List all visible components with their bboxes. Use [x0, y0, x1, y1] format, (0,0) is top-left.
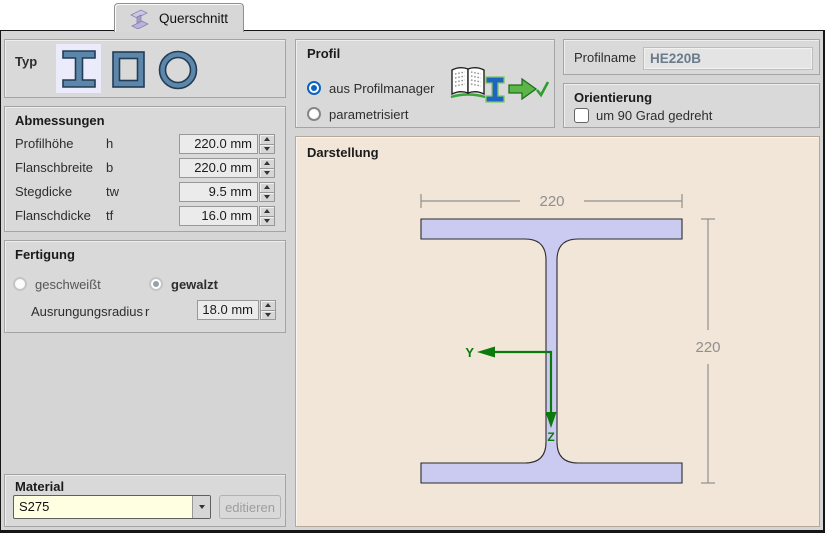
ausrundungsradius-input[interactable]: 18.0 mm — [197, 300, 276, 320]
profilhoehe-spinner[interactable] — [259, 134, 275, 154]
down-arrow-icon — [264, 147, 270, 151]
type-box-button[interactable] — [110, 49, 148, 91]
type-ibeam-button[interactable] — [56, 44, 101, 93]
rotate-90-label[interactable]: um 90 Grad gedreht — [596, 108, 712, 123]
group-profil: Profil aus Profilmanager parametrisiert — [295, 39, 555, 128]
row-symbol: b — [106, 160, 113, 175]
type-circle-button[interactable] — [156, 49, 200, 91]
width-dimension-value: 220 — [539, 193, 564, 210]
spin-down-button[interactable] — [259, 168, 275, 179]
flanschdicke-input[interactable]: 16.0 mm — [179, 206, 275, 226]
down-arrow-icon — [264, 219, 270, 223]
application-window: Querschnitt Typ Abmessungen Profilhöhe h — [0, 0, 825, 533]
ausrundungsradius-spinner[interactable] — [260, 300, 276, 320]
stegdicke-input[interactable]: 9.5 mm — [179, 182, 275, 202]
radio-aus-profilmanager[interactable] — [307, 81, 321, 95]
profilhoehe-input[interactable]: 220.0 mm — [179, 134, 275, 154]
y-axis-label: Y — [465, 345, 474, 360]
up-arrow-icon — [264, 137, 270, 141]
radio-parametrisiert-label[interactable]: parametrisiert — [329, 107, 408, 122]
row-label: Flanschbreite — [15, 160, 93, 175]
group-abmessungen: Abmessungen Profilhöhe h 220.0 mm Flansc… — [4, 106, 286, 232]
stegdicke-spinner[interactable] — [259, 182, 275, 202]
row-symbol: h — [106, 136, 113, 151]
editieren-button[interactable]: editieren — [219, 495, 281, 519]
row-symbol: tw — [106, 184, 119, 199]
group-typ: Typ — [4, 39, 286, 98]
rotate-90-checkbox[interactable] — [574, 108, 589, 123]
flanschbreite-input[interactable]: 220.0 mm — [179, 158, 275, 178]
flanschbreite-value[interactable]: 220.0 mm — [179, 158, 258, 178]
row-symbol: tf — [106, 208, 113, 223]
spin-down-button[interactable] — [260, 310, 276, 321]
radio-geschweisst[interactable] — [13, 277, 27, 291]
group-orientierung: Orientierung um 90 Grad gedreht — [563, 83, 820, 128]
spin-down-button[interactable] — [259, 144, 275, 155]
profilhoehe-value[interactable]: 220.0 mm — [179, 134, 258, 154]
row-label: Stegdicke — [15, 184, 72, 199]
radio-parametrisiert[interactable] — [307, 107, 321, 121]
tab-label: Querschnitt — [159, 11, 228, 26]
profilname-label: Profilname — [574, 50, 636, 65]
dropdown-arrow-button[interactable] — [192, 496, 210, 518]
group-material: Material S275 editieren — [4, 474, 286, 527]
radius-label: Ausrungungsradius — [31, 304, 143, 319]
down-arrow-icon — [264, 195, 270, 199]
ibeam-3d-icon — [128, 7, 150, 29]
z-axis-label: Z — [547, 430, 554, 444]
abmessungen-title: Abmessungen — [15, 113, 105, 128]
cross-section-drawing: 220 220 Y Z — [296, 137, 819, 526]
tab-querschnitt[interactable]: Querschnitt — [114, 3, 244, 32]
typ-label: Typ — [15, 54, 37, 69]
up-arrow-icon — [264, 209, 270, 213]
editieren-label: editieren — [225, 500, 275, 515]
material-title: Material — [15, 479, 64, 494]
radio-geschweisst-label[interactable]: geschweißt — [35, 277, 101, 292]
group-fertigung: Fertigung geschweißt gewalzt Ausrungungs… — [4, 240, 286, 333]
circle-shape-icon — [156, 49, 200, 91]
radio-gewalzt[interactable] — [149, 277, 163, 291]
fertigung-title: Fertigung — [15, 247, 75, 262]
orientierung-title: Orientierung — [574, 90, 652, 105]
radius-symbol: r — [145, 304, 149, 319]
down-arrow-icon — [264, 171, 270, 175]
flanschdicke-value[interactable]: 16.0 mm — [179, 206, 258, 226]
group-darstellung: 220 220 Y Z Darstellung — [295, 136, 820, 527]
profilmanager-icon — [448, 62, 550, 110]
flanschdicke-spinner[interactable] — [259, 206, 275, 226]
darstellung-title: Darstellung — [307, 145, 379, 160]
ausrundungsradius-value[interactable]: 18.0 mm — [197, 300, 259, 320]
y-axis-arrowhead — [477, 347, 495, 358]
up-arrow-icon — [264, 185, 270, 189]
stegdicke-value[interactable]: 9.5 mm — [179, 182, 258, 202]
row-label: Profilhöhe — [15, 136, 74, 151]
up-arrow-icon — [265, 303, 271, 307]
profilname-field[interactable]: HE220B — [643, 47, 813, 70]
material-selected-value: S275 — [14, 496, 192, 518]
ibeam-shape-icon — [59, 47, 99, 91]
down-arrow-icon — [265, 313, 271, 317]
group-profilname: Profilname HE220B — [563, 39, 820, 75]
radio-gewalzt-label[interactable]: gewalzt — [171, 277, 218, 292]
spin-down-button[interactable] — [259, 192, 275, 203]
height-dimension-value: 220 — [695, 339, 720, 356]
axis-arrows — [477, 347, 557, 429]
flanschbreite-spinner[interactable] — [259, 158, 275, 178]
up-arrow-icon — [264, 161, 270, 165]
box-shape-icon — [110, 49, 148, 91]
row-label: Flanschdicke — [15, 208, 91, 223]
spin-down-button[interactable] — [259, 216, 275, 227]
material-select[interactable]: S275 — [13, 495, 211, 519]
chevron-down-icon — [199, 505, 205, 509]
radio-aus-profilmanager-label[interactable]: aus Profilmanager — [329, 81, 435, 96]
profil-title: Profil — [307, 46, 340, 61]
profilname-value: HE220B — [650, 51, 701, 66]
